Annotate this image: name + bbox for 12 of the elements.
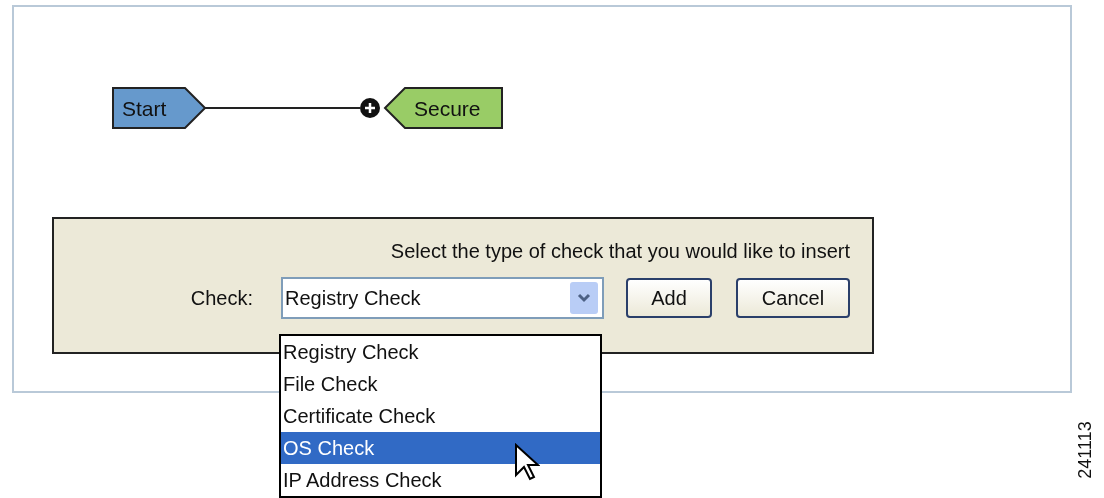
add-icon[interactable]	[360, 98, 380, 118]
caret-icon[interactable]	[570, 282, 598, 314]
check-dropdown[interactable]: Registry Check	[281, 277, 604, 319]
mouse-cursor-icon	[514, 443, 540, 483]
start-node: Start	[112, 87, 207, 129]
figure-number: 241113	[1073, 421, 1096, 479]
dropdown-option[interactable]: OS Check	[281, 432, 600, 464]
end-node: Secure	[383, 87, 503, 129]
cancel-button[interactable]: Cancel	[736, 278, 850, 318]
add-button[interactable]: Add	[626, 278, 712, 318]
prompt-text: Select the type of check that you would like to insert	[390, 239, 850, 263]
check-label: Check:	[190, 286, 253, 311]
